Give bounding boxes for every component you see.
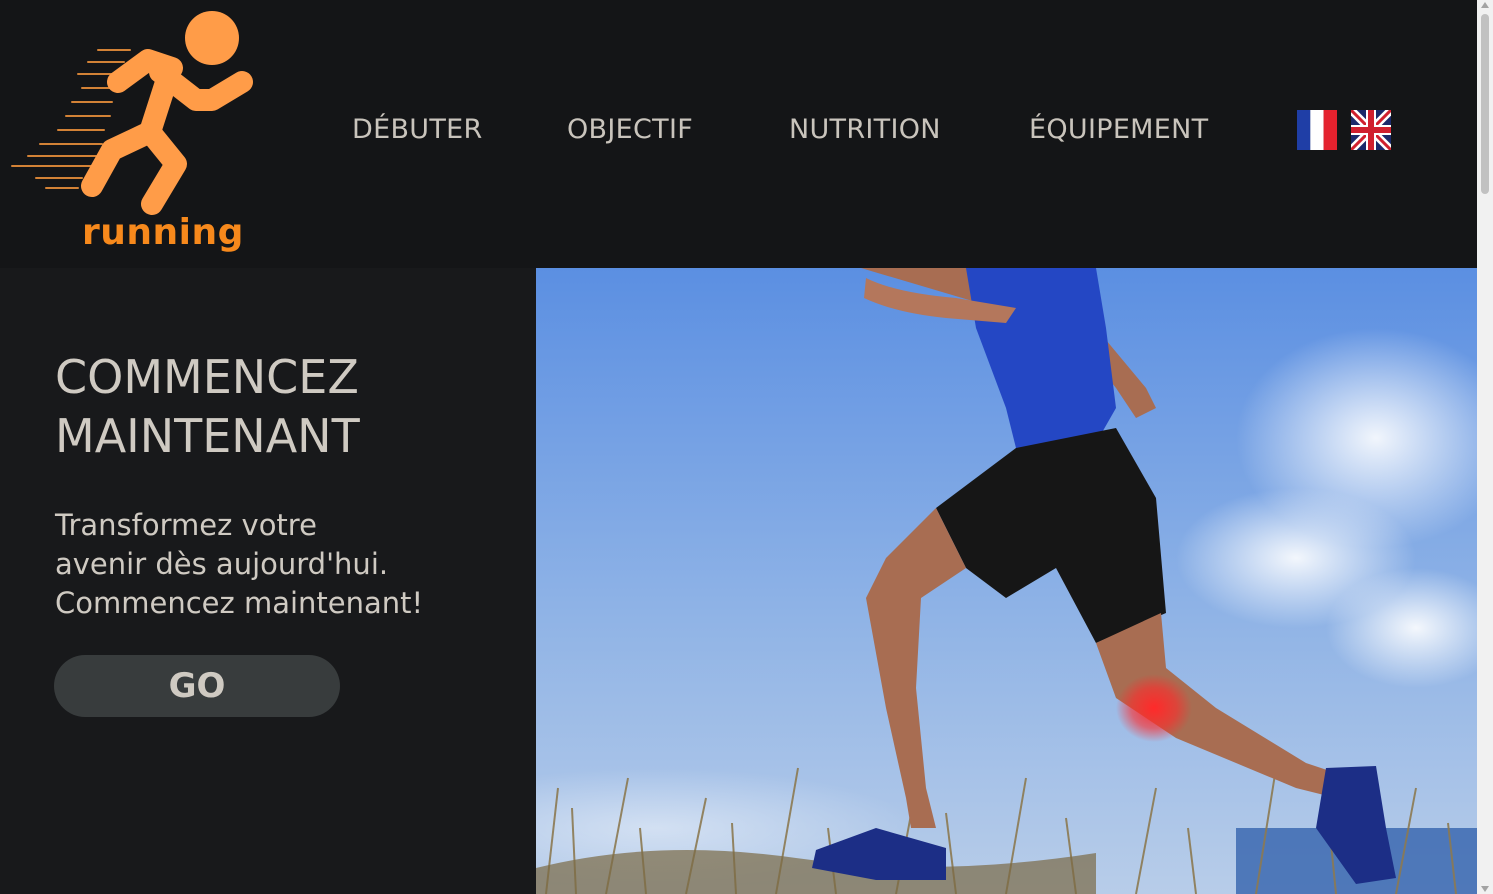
hero-title: COMMENCEZ MAINTENANT <box>55 348 515 466</box>
hero-image <box>536 268 1477 894</box>
hero-title-line1: COMMENCEZ <box>55 350 359 404</box>
hero-text-line2: avenir dès aujourd'hui. <box>55 547 389 581</box>
scroll-down-arrow-icon[interactable] <box>1481 886 1489 892</box>
hero-text-line3: Commencez maintenant! <box>55 586 424 620</box>
hero-title-line2: MAINTENANT <box>55 409 360 463</box>
site-header: running DÉBUTER OBJECTIF NUTRITION ÉQUIP… <box>0 0 1477 268</box>
go-button[interactable]: GO <box>54 655 340 717</box>
hero-text: Transformez votre avenir dès aujourd'hui… <box>55 506 475 623</box>
site-logo[interactable]: running <box>0 0 280 268</box>
scroll-up-arrow-icon[interactable] <box>1481 2 1489 8</box>
scrollbar[interactable] <box>1477 0 1493 894</box>
french-flag-icon[interactable] <box>1297 110 1337 150</box>
nav-item-objectif[interactable]: OBJECTIF <box>567 114 693 145</box>
uk-flag-icon[interactable] <box>1351 110 1391 150</box>
logo-text: running <box>82 212 244 253</box>
nav-item-equipement[interactable]: ÉQUIPEMENT <box>1029 114 1208 145</box>
nav-item-debuter[interactable]: DÉBUTER <box>352 114 483 145</box>
runner-photo <box>536 268 1477 894</box>
hero-text-line1: Transformez votre <box>55 508 317 542</box>
nav-item-nutrition[interactable]: NUTRITION <box>789 114 941 145</box>
scroll-thumb[interactable] <box>1481 14 1489 194</box>
